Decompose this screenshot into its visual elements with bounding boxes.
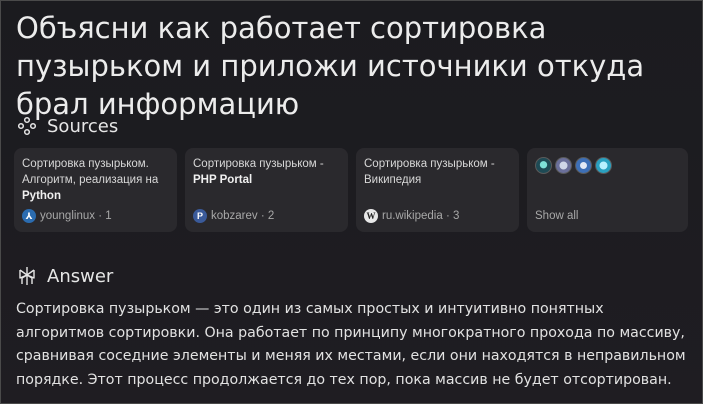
answer-text: Сортировка пузырьком — это один из самых…: [16, 301, 686, 388]
source-avatar-icon: [575, 157, 592, 174]
source-card-1[interactable]: Сортировка пузырьком. Алгоритм, реализац…: [14, 148, 177, 232]
source-avatar-icon: [555, 157, 572, 174]
show-all-sources-card[interactable]: Show all: [527, 148, 688, 232]
source-card-meta: P kobzarev · 2: [193, 209, 274, 223]
source-card-3[interactable]: Сортировка пузырьком - Википедия W ru.wi…: [356, 148, 519, 232]
chat-frame: Объясни как работает сортировка пузырько…: [0, 0, 703, 404]
source-avatars: [535, 157, 680, 174]
sources-heading: Sources: [16, 115, 118, 137]
kobzarev-favicon-icon: P: [193, 209, 207, 223]
show-all-label: Show all: [535, 210, 579, 222]
younglinux-favicon-icon: ⅄: [22, 209, 36, 223]
answer-heading: Answer: [16, 265, 113, 287]
source-avatar-icon: [595, 157, 612, 174]
source-card-meta: ⅄ younglinux · 1: [22, 209, 112, 223]
sources-list: Сортировка пузырьком. Алгоритм, реализац…: [14, 148, 688, 232]
source-card-title: Сортировка пузырьком - Википедия: [364, 158, 495, 186]
sources-icon: [16, 115, 38, 137]
sources-heading-label: Sources: [47, 115, 119, 137]
answer-heading-label: Answer: [47, 265, 114, 287]
answer-logo-icon: [16, 265, 38, 287]
source-card-2[interactable]: Сортировка пузырьком - PHP Portal P kobz…: [185, 148, 348, 232]
source-card-meta: W ru.wikipedia · 3: [364, 209, 459, 223]
source-card-title: Сортировка пузырьком - PHP Portal: [193, 158, 324, 186]
source-avatar-icon: [535, 157, 552, 174]
source-card-title: Сортировка пузырьком. Алгоритм, реализац…: [22, 158, 159, 202]
question-title: Объясни как работает сортировка пузырько…: [16, 11, 645, 121]
wikipedia-favicon-icon: W: [364, 209, 378, 223]
